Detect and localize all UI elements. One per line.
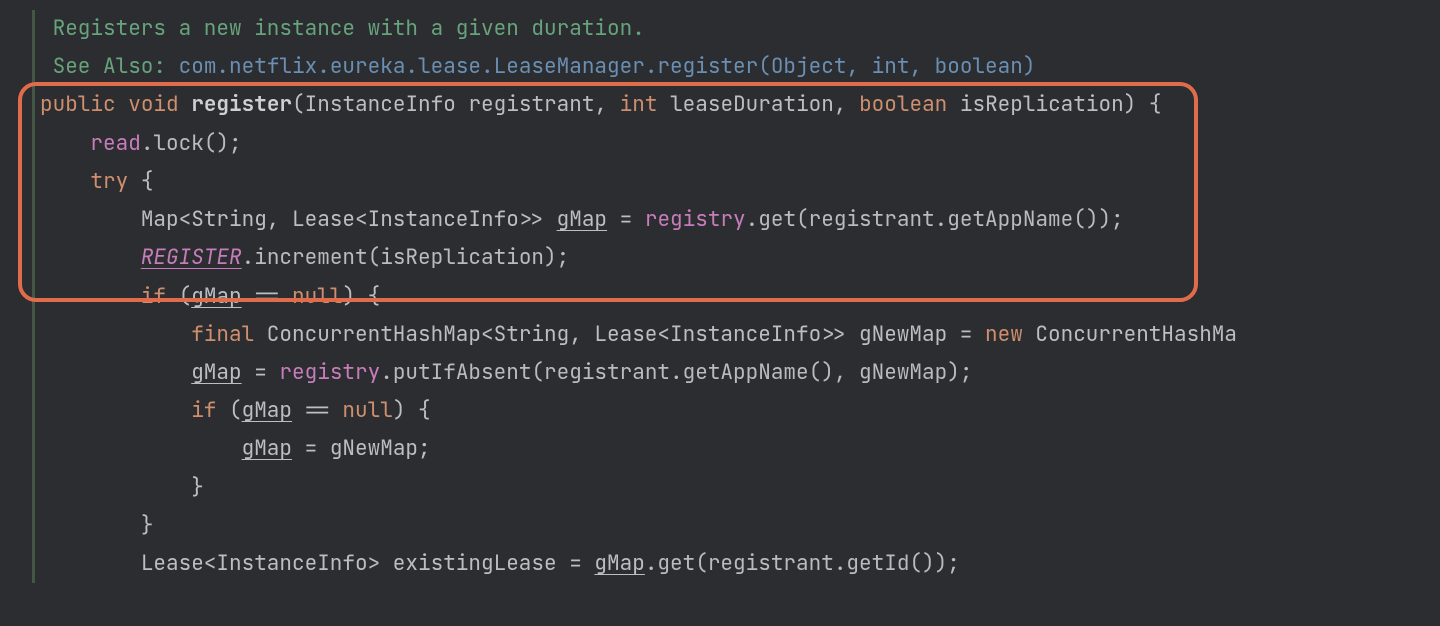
static-register-counter: REGISTER xyxy=(141,244,242,271)
assign: = xyxy=(607,206,645,233)
keyword-null: null xyxy=(292,283,342,310)
paren-open: ( xyxy=(166,283,191,310)
map-type-decl: Map<String, Lease<InstanceInfo>> xyxy=(141,206,557,233)
method-name-register: register xyxy=(191,91,292,118)
javadoc-see-also-link[interactable]: com.netflix.eureka.lease.LeaseManager.re… xyxy=(179,53,1036,80)
eqeq1: == xyxy=(242,283,292,310)
var-gmap-ref: gMap xyxy=(191,283,241,310)
var-gmap-ref-2: gMap xyxy=(242,397,292,424)
paren-close-brace-2: ) { xyxy=(393,397,431,424)
brace-close-outer-if: } xyxy=(141,512,154,539)
paren-close-brace: ) { xyxy=(342,283,380,310)
call-increment: .increment(isReplication); xyxy=(242,244,570,271)
keyword-if-2: if xyxy=(191,397,216,424)
keyword-public: public xyxy=(40,91,116,118)
javadoc-summary: Registers a new instance with a given du… xyxy=(53,15,645,42)
signature-part-1: (InstanceInfo registrant, xyxy=(292,91,620,118)
call-gmap-get: .get(registrant.getId()); xyxy=(645,550,960,577)
field-read: read xyxy=(90,130,140,157)
keyword-if: if xyxy=(141,283,166,310)
concurrent-map-decl: ConcurrentHashMap<String, Lease<Instance… xyxy=(254,321,985,348)
field-registry: registry xyxy=(645,206,746,233)
doc-gutter-bar xyxy=(32,10,35,583)
signature-part-2: leaseDuration, xyxy=(657,91,859,118)
concurrent-map-ctor: ConcurrentHashMa xyxy=(1023,321,1237,348)
javadoc-see-also-label: See Also: xyxy=(53,53,166,80)
keyword-final: final xyxy=(191,321,254,348)
paren-open-2: ( xyxy=(216,397,241,424)
eqeq2: == xyxy=(292,397,342,424)
field-registry-2: registry xyxy=(279,359,380,386)
call-registry-get: .get(registrant.getAppName()); xyxy=(746,206,1124,233)
var-gmap-assign-2: gMap xyxy=(242,435,292,462)
keyword-null-2: null xyxy=(342,397,392,424)
keyword-void: void xyxy=(128,91,178,118)
signature-part-3: isReplication) { xyxy=(947,91,1161,118)
code-block[interactable]: Registers a new instance with a given du… xyxy=(0,10,1440,583)
brace-open: { xyxy=(128,168,153,195)
call-lock: .lock(); xyxy=(141,130,242,157)
keyword-try: try xyxy=(90,168,128,195)
assign2: = xyxy=(242,359,280,386)
assign-gnewmap: = gNewMap; xyxy=(292,435,431,462)
brace-close-inner-if: } xyxy=(191,474,204,501)
code-editor-viewport: Registers a new instance with a given du… xyxy=(0,0,1440,583)
keyword-int: int xyxy=(620,91,658,118)
var-gmap-ref-3: gMap xyxy=(594,550,644,577)
keyword-new: new xyxy=(985,321,1023,348)
var-gmap: gMap xyxy=(557,206,607,233)
lease-decl: Lease<InstanceInfo> existingLease = xyxy=(141,550,595,577)
keyword-boolean: boolean xyxy=(859,91,947,118)
var-gmap-assign: gMap xyxy=(191,359,241,386)
call-putifabsent: .putIfAbsent(registrant.getAppName(), gN… xyxy=(380,359,972,386)
